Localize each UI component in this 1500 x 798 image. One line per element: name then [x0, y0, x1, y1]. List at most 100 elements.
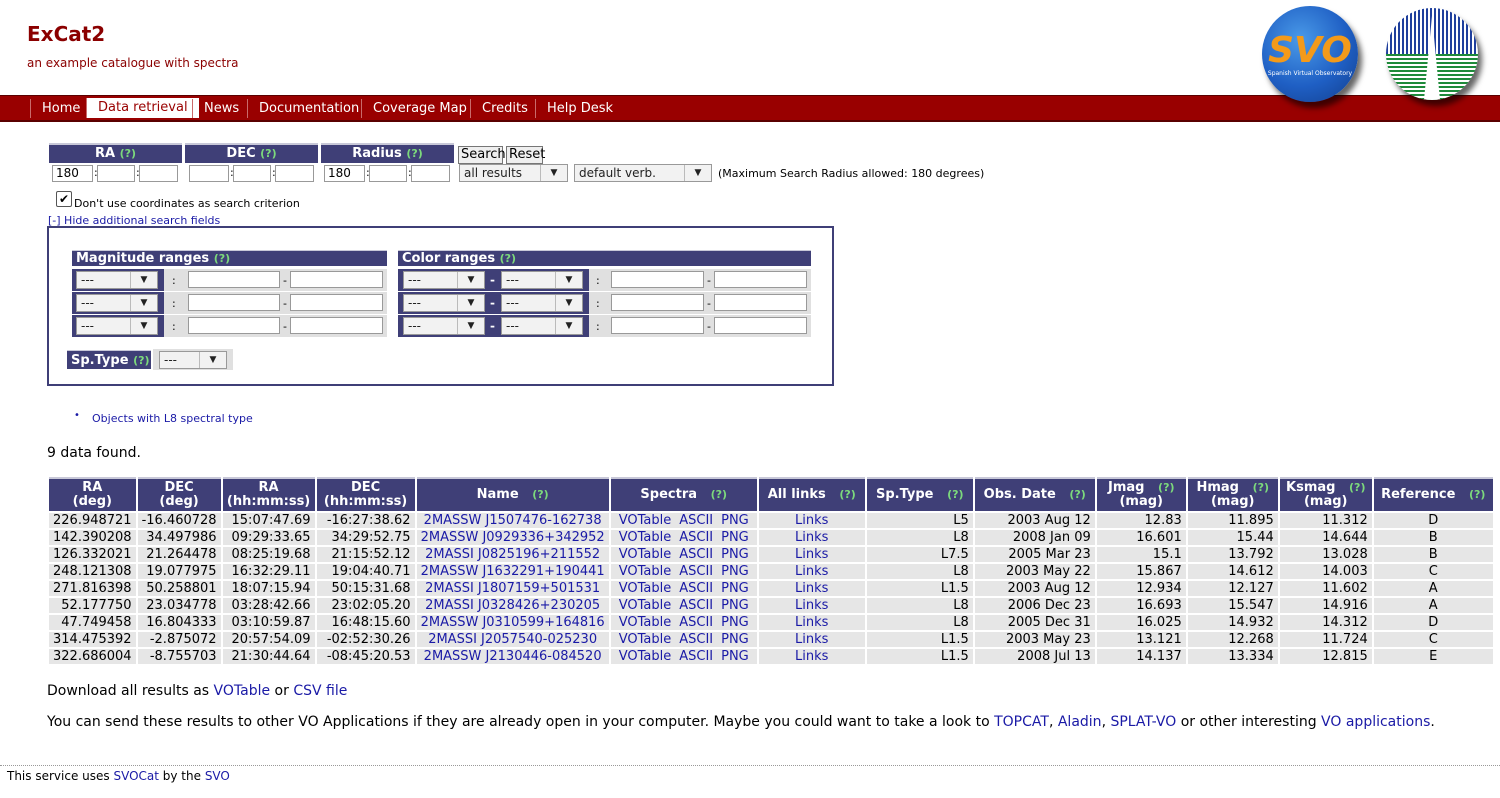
- object-name-link[interactable]: 2MASSI J2057540-025230: [428, 632, 597, 647]
- download-csv-link[interactable]: CSV file: [293, 683, 347, 699]
- nav-home[interactable]: Home: [30, 99, 91, 118]
- all-links-link[interactable]: Links: [795, 598, 828, 613]
- dec-minutes-input[interactable]: [233, 165, 271, 182]
- spectrum-ascii-link[interactable]: ASCII: [679, 581, 713, 596]
- object-name-link[interactable]: 2MASSI J1807159+501531: [425, 581, 600, 596]
- object-name-link[interactable]: 2MASSI J0328426+230205: [425, 598, 600, 613]
- column-help-link[interactable]: (?): [1469, 488, 1485, 501]
- color-band2-select[interactable]: --- ▼: [501, 317, 583, 335]
- all-links-link[interactable]: Links: [795, 649, 828, 664]
- color-band1-select[interactable]: --- ▼: [403, 271, 485, 289]
- nav-credits[interactable]: Credits: [470, 99, 539, 118]
- spectrum-ascii-link[interactable]: ASCII: [679, 615, 713, 630]
- spectrum-png-link[interactable]: PNG: [721, 530, 749, 545]
- color-band2-select[interactable]: --- ▼: [501, 271, 583, 289]
- object-name-link[interactable]: 2MASSW J1507476-162738: [424, 513, 602, 528]
- observatory-logo[interactable]: [1386, 8, 1478, 100]
- spectrum-png-link[interactable]: PNG: [721, 564, 749, 579]
- svo-link[interactable]: SVO: [205, 769, 230, 783]
- column-help-link[interactable]: (?): [711, 488, 727, 501]
- column-help-link[interactable]: (?): [532, 488, 548, 501]
- spectrum-ascii-link[interactable]: ASCII: [679, 632, 713, 647]
- topcat-link[interactable]: TOPCAT: [994, 714, 1049, 730]
- magnitude-help-link[interactable]: (?): [214, 252, 230, 265]
- sptype-select[interactable]: --- ▼: [159, 351, 227, 369]
- radius-seconds-input[interactable]: [411, 165, 450, 182]
- spectrum-ascii-link[interactable]: ASCII: [679, 513, 713, 528]
- color-min-input[interactable]: [611, 294, 704, 311]
- spectrum-votable-link[interactable]: VOTable: [619, 598, 672, 613]
- spectrum-votable-link[interactable]: VOTable: [619, 649, 672, 664]
- column-help-link[interactable]: (?): [1253, 481, 1269, 494]
- radius-degrees-input[interactable]: 180: [324, 165, 365, 182]
- svo-logo[interactable]: SVO Spanish Virtual Observatory: [1262, 6, 1358, 102]
- spectrum-png-link[interactable]: PNG: [721, 649, 749, 664]
- nav-documentation[interactable]: Documentation: [247, 99, 370, 118]
- spectrum-votable-link[interactable]: VOTable: [619, 615, 672, 630]
- spectrum-votable-link[interactable]: VOTable: [619, 513, 672, 528]
- all-links-link[interactable]: Links: [795, 632, 828, 647]
- column-help-link[interactable]: (?): [1349, 481, 1365, 494]
- object-name-link[interactable]: 2MASSW J0310599+164816: [421, 615, 605, 630]
- ra-minutes-input[interactable]: [97, 165, 135, 182]
- download-votable-link[interactable]: VOTable: [214, 683, 271, 699]
- no-coordinates-checkbox[interactable]: ✔: [56, 191, 72, 207]
- spectrum-ascii-link[interactable]: ASCII: [679, 530, 713, 545]
- spectrum-votable-link[interactable]: VOTable: [619, 530, 672, 545]
- spectrum-votable-link[interactable]: VOTable: [619, 632, 672, 647]
- dec-seconds-input[interactable]: [275, 165, 314, 182]
- spectrum-votable-link[interactable]: VOTable: [619, 564, 672, 579]
- object-name-link[interactable]: 2MASSW J0929336+342952: [421, 530, 605, 545]
- color-max-input[interactable]: [714, 271, 807, 288]
- magnitude-max-input[interactable]: [290, 271, 383, 288]
- object-name-link[interactable]: 2MASSI J0825196+211552: [425, 547, 600, 562]
- svocat-link[interactable]: SVOCat: [113, 769, 159, 783]
- magnitude-max-input[interactable]: [290, 294, 383, 311]
- all-links-link[interactable]: Links: [795, 581, 828, 596]
- all-links-link[interactable]: Links: [795, 615, 828, 630]
- color-min-input[interactable]: [611, 317, 704, 334]
- ra-hours-input[interactable]: 180: [52, 165, 93, 182]
- nav-help-desk[interactable]: Help Desk: [535, 99, 624, 118]
- column-help-link[interactable]: (?): [1158, 481, 1174, 494]
- magnitude-min-input[interactable]: [188, 271, 280, 288]
- nav-news[interactable]: News: [192, 99, 250, 118]
- magnitude-min-input[interactable]: [188, 317, 280, 334]
- spectrum-ascii-link[interactable]: ASCII: [679, 547, 713, 562]
- all-links-link[interactable]: Links: [795, 547, 828, 562]
- object-name-link[interactable]: 2MASSW J2130446-084520: [424, 649, 602, 664]
- dec-help-link[interactable]: (?): [260, 147, 276, 160]
- ra-help-link[interactable]: (?): [120, 147, 136, 160]
- magnitude-band-select[interactable]: --- ▼: [76, 317, 158, 335]
- column-help-link[interactable]: (?): [839, 488, 855, 501]
- spectrum-ascii-link[interactable]: ASCII: [679, 598, 713, 613]
- color-max-input[interactable]: [714, 294, 807, 311]
- aladin-link[interactable]: Aladin: [1058, 714, 1102, 730]
- reset-button[interactable]: Reset: [506, 146, 545, 164]
- spectrum-png-link[interactable]: PNG: [721, 513, 749, 528]
- verbosity-select[interactable]: default verb. ▼: [574, 164, 712, 182]
- vo-applications-link[interactable]: VO applications: [1321, 714, 1430, 730]
- color-band1-select[interactable]: --- ▼: [403, 317, 485, 335]
- all-links-link[interactable]: Links: [795, 564, 828, 579]
- magnitude-band-select[interactable]: --- ▼: [76, 271, 158, 289]
- nav-coverage-map[interactable]: Coverage Map: [361, 99, 478, 118]
- dec-degrees-input[interactable]: [189, 165, 229, 182]
- color-max-input[interactable]: [714, 317, 807, 334]
- example-query-link[interactable]: Objects with L8 spectral type: [92, 412, 253, 425]
- magnitude-band-select[interactable]: --- ▼: [76, 294, 158, 312]
- spectrum-png-link[interactable]: PNG: [721, 581, 749, 596]
- spectrum-png-link[interactable]: PNG: [721, 598, 749, 613]
- spectrum-votable-link[interactable]: VOTable: [619, 581, 672, 596]
- nav-data-retrieval[interactable]: Data retrieval: [86, 98, 199, 118]
- spectrum-png-link[interactable]: PNG: [721, 615, 749, 630]
- object-name-link[interactable]: 2MASSW J1632291+190441: [421, 564, 605, 579]
- splat-vo-link[interactable]: SPLAT-VO: [1110, 714, 1176, 730]
- all-links-link[interactable]: Links: [795, 513, 828, 528]
- sptype-help-link[interactable]: (?): [133, 354, 149, 367]
- search-button[interactable]: Search: [458, 146, 506, 164]
- color-band2-select[interactable]: --- ▼: [501, 294, 583, 312]
- color-help-link[interactable]: (?): [500, 252, 516, 265]
- radius-help-link[interactable]: (?): [406, 147, 422, 160]
- ra-seconds-input[interactable]: [139, 165, 178, 182]
